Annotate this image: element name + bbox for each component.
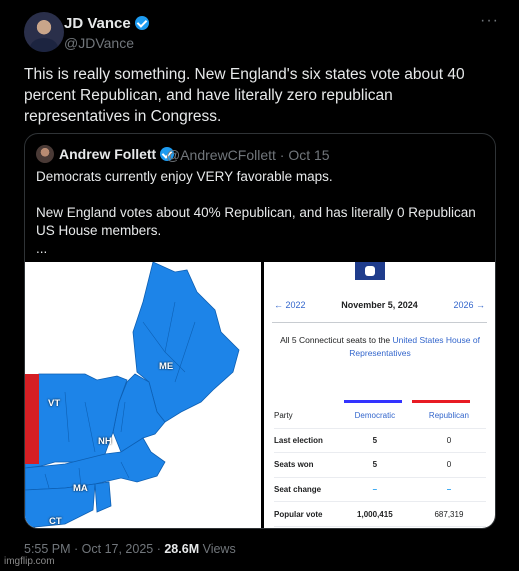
table-row: Last election 5 0 xyxy=(274,428,486,454)
prev-election-link[interactable]: ← 2022 xyxy=(274,300,306,310)
republican-color-bar xyxy=(412,400,470,403)
map-label-ma: MA xyxy=(73,483,88,494)
map-svg xyxy=(25,262,261,528)
results-table: Party Democratic Republican Last electio… xyxy=(274,404,486,527)
quoted-paragraph-1: Democrats currently enjoy VERY favorable… xyxy=(36,169,333,184)
map-red-district xyxy=(25,374,39,464)
row-dem-value: 1,000,415 xyxy=(337,501,412,527)
map-label-nh: NH xyxy=(98,436,112,447)
tweet-text: This is really something. New England's … xyxy=(24,66,465,125)
header-republican[interactable]: Republican xyxy=(411,404,486,429)
row-rep-value: 0 xyxy=(411,428,486,454)
blurb-text: All 5 Connecticut seats to the xyxy=(280,335,393,345)
election-result-panel[interactable]: November 5, 2024 ← 2022 2026 → All 5 Con… xyxy=(264,262,495,528)
author-handle[interactable]: @JDVance xyxy=(64,35,134,51)
quoted-paragraph-2: New England votes about 40% Republican, … xyxy=(36,205,476,238)
quoted-tweet[interactable]: Andrew Follett @AndrewCFollett · Oct 15 … xyxy=(24,133,496,529)
quoted-author-name-text[interactable]: Andrew Follett xyxy=(59,146,156,162)
row-rep-value: 687,319 xyxy=(411,501,486,527)
quoted-media[interactable]: ME VT NH MA CT November 5, 2024 ← 2022 2… xyxy=(25,262,495,528)
quoted-author-handle[interactable]: @AndrewCFollett · Oct 15 xyxy=(166,147,330,163)
row-dem-value: – xyxy=(337,477,412,503)
more-icon[interactable]: ··· xyxy=(480,12,499,30)
quoted-tweet-text: Democrats currently enjoy VERY favorable… xyxy=(36,168,476,258)
verified-badge-icon xyxy=(134,16,149,30)
quoted-author-avatar[interactable] xyxy=(36,145,54,163)
imgflip-watermark: imgflip.com xyxy=(4,556,55,567)
views-count[interactable]: 28.6M xyxy=(164,542,199,556)
tweet-card: JD Vance @JDVance ··· This is really som… xyxy=(8,0,511,565)
row-dem-value: 5 xyxy=(337,428,412,454)
row-rep-value: 0 xyxy=(411,452,486,478)
map-label-me: ME xyxy=(159,361,174,372)
row-label: Popular vote xyxy=(274,501,338,527)
table-row: Seat change – – xyxy=(274,477,486,503)
table-row: Popular vote 1,000,415 687,319 xyxy=(274,501,486,527)
democratic-color-bar xyxy=(344,400,402,403)
connecticut-flag-icon xyxy=(355,262,385,280)
row-label: Seats won xyxy=(274,452,338,478)
row-dem-value: 5 xyxy=(337,452,412,478)
tweet-meta: 5:55 PM · Oct 17, 2025 · 28.6M Views xyxy=(24,542,236,556)
header-party: Party xyxy=(274,404,338,429)
timestamp[interactable]: 5:55 PM · Oct 17, 2025 xyxy=(24,542,153,556)
quoted-author-name[interactable]: Andrew Follett xyxy=(59,146,175,162)
divider-line xyxy=(272,322,487,323)
author-name-text[interactable]: JD Vance xyxy=(64,15,131,32)
map-label-vt: VT xyxy=(48,398,61,409)
meta-separator: · xyxy=(153,542,165,556)
row-rep-value: – xyxy=(411,477,486,503)
row-label: Seat change xyxy=(274,477,338,503)
next-election-link[interactable]: 2026 → xyxy=(453,300,485,310)
quoted-paragraph-3: ... xyxy=(36,241,48,256)
author-avatar[interactable] xyxy=(24,12,64,52)
views-label: Views xyxy=(202,542,236,556)
new-england-map[interactable]: ME VT NH MA CT xyxy=(25,262,261,528)
header-democratic[interactable]: Democratic xyxy=(337,404,412,429)
author-name[interactable]: JD Vance xyxy=(64,15,149,32)
row-label: Last election xyxy=(274,428,338,454)
election-blurb: All 5 Connecticut seats to the United St… xyxy=(274,334,486,360)
map-label-ct: CT xyxy=(49,516,62,527)
table-row: Seats won 5 0 xyxy=(274,452,486,478)
table-header-row: Party Democratic Republican xyxy=(274,404,486,429)
